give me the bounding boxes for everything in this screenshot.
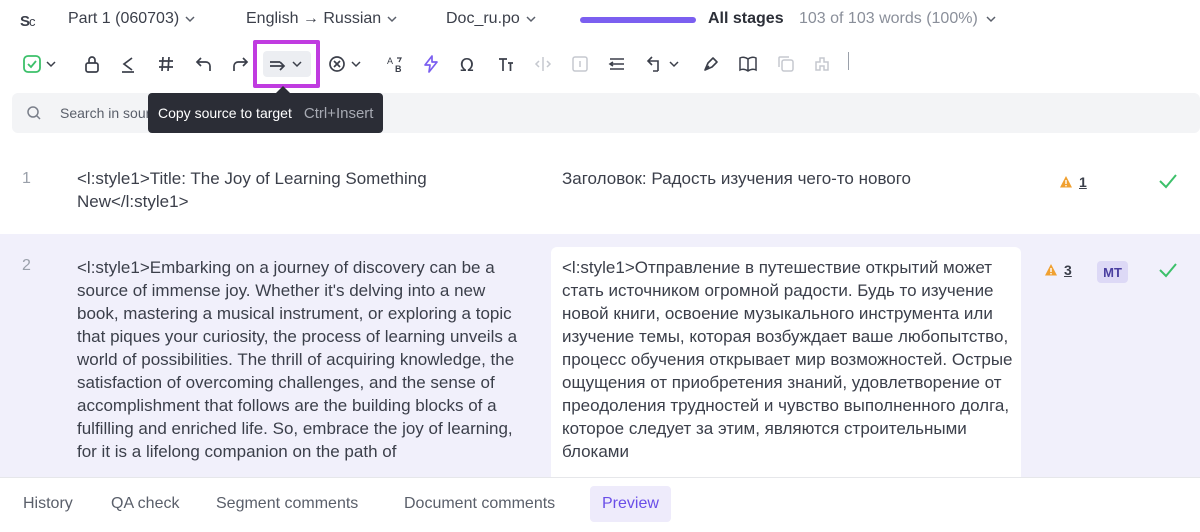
book-icon	[739, 56, 757, 72]
mt-badge: MT	[1097, 261, 1128, 283]
special-chars-button[interactable]: Ω	[458, 52, 478, 76]
document-selector[interactable]: Doc_ru.po	[446, 10, 536, 28]
svg-text:Ω: Ω	[460, 55, 474, 74]
warning-count: 1	[1079, 174, 1087, 190]
tooltip-shortcut: Ctrl+Insert	[303, 104, 374, 122]
lightning-icon	[424, 55, 438, 73]
lock-button[interactable]	[82, 52, 102, 76]
toolbar-separator	[848, 52, 849, 70]
merge-button[interactable]	[607, 52, 627, 76]
redo-button[interactable]	[230, 52, 250, 76]
chevron-down-icon	[986, 16, 996, 23]
language-selector[interactable]: English → Russian	[246, 10, 397, 28]
revert-icon	[646, 56, 659, 72]
chevron-down-icon	[526, 16, 536, 23]
tab-history[interactable]: History	[15, 486, 81, 522]
word-count: 103 of 103 words (100%)	[799, 10, 978, 27]
logo-icon[interactable]: S c	[20, 10, 40, 30]
tags-icon	[159, 56, 173, 72]
segment-number: 1	[22, 170, 31, 187]
tooltip-arrow	[276, 86, 290, 93]
undo-button[interactable]	[194, 52, 214, 76]
copy-button[interactable]	[776, 52, 796, 76]
merge-icon	[608, 58, 624, 70]
glossary-pen-button[interactable]	[701, 52, 721, 76]
split-icon	[534, 57, 552, 71]
tags-button[interactable]	[156, 52, 176, 76]
confirm-check-icon	[23, 55, 41, 73]
qa-warning[interactable]: 1	[1059, 174, 1087, 190]
chevron-down-icon	[351, 61, 361, 68]
info-box-button[interactable]	[570, 52, 590, 76]
tab-segment-comments[interactable]: Segment comments	[208, 486, 366, 522]
search-input[interactable]	[60, 102, 150, 124]
svg-text:B: B	[395, 64, 402, 74]
part-selector[interactable]: Part 1 (060703)	[68, 10, 195, 28]
progress-bar	[580, 17, 696, 23]
undo-icon	[195, 57, 211, 71]
svg-text:c: c	[29, 14, 36, 29]
puzzle-icon	[815, 57, 829, 71]
stages-label[interactable]: All stages	[708, 10, 784, 28]
cancel-button[interactable]	[327, 52, 361, 76]
segment-row[interactable]: 1 <l:style1>Title: The Joy of Learning S…	[0, 150, 1200, 234]
search-icon	[27, 106, 41, 120]
clear-target-button[interactable]	[118, 52, 138, 76]
top-header: S c Part 1 (060703) English → Russian Do…	[0, 0, 1200, 40]
confirmed-check-icon[interactable]	[1157, 170, 1179, 192]
segment-number: 2	[22, 257, 31, 274]
glossary-pen-icon	[704, 57, 718, 71]
segment-target[interactable]: <l:style1>Отправление в путешествие откр…	[562, 256, 1014, 463]
chevron-down-icon	[46, 61, 56, 68]
chevron-down-icon	[387, 16, 397, 23]
segment-source: <l:style1>Title: The Joy of Learning Som…	[77, 169, 427, 211]
puzzle-button[interactable]	[812, 52, 832, 76]
confirm-button[interactable]	[22, 52, 56, 76]
text-case-button[interactable]	[496, 52, 516, 76]
book-button[interactable]	[738, 52, 758, 76]
document-label: Doc_ru.po	[446, 10, 520, 27]
redo-icon	[233, 57, 249, 71]
omega-icon: Ω	[460, 55, 474, 74]
spell-check-icon: AB	[387, 56, 402, 74]
confirmed-check-icon[interactable]	[1157, 259, 1179, 281]
copy-source-tooltip: Copy source to target Ctrl+Insert	[148, 93, 384, 133]
tab-preview[interactable]: Preview	[590, 486, 671, 522]
lock-icon	[85, 56, 99, 73]
language-label: English → Russian	[246, 10, 382, 27]
chevron-down-icon	[185, 16, 195, 23]
segment-source: <l:style1>Embarking on a journey of disc…	[77, 258, 518, 461]
bottom-panel-tabs: History QA check Segment comments Docume…	[0, 477, 1200, 532]
lightning-button[interactable]	[421, 52, 441, 76]
warning-count: 3	[1064, 262, 1072, 278]
tab-qa-check[interactable]: QA check	[103, 486, 187, 522]
warning-icon	[1060, 176, 1072, 188]
svg-text:A: A	[387, 56, 393, 66]
info-box-icon	[572, 56, 588, 72]
segment-row[interactable]: 2 <l:style1>Embarking on a journey of di…	[0, 234, 1200, 477]
editor-toolbar: AB Ω	[0, 44, 1200, 86]
clear-target-icon	[122, 57, 134, 73]
chevron-down-icon	[669, 61, 679, 68]
split-button[interactable]	[533, 52, 553, 76]
warning-icon	[1045, 264, 1057, 276]
part-label: Part 1 (060703)	[68, 10, 180, 27]
spell-check-button[interactable]: AB	[385, 52, 405, 76]
copy-icon	[778, 56, 794, 72]
tooltip-label: Copy source to target	[158, 105, 292, 121]
cancel-circle-icon	[329, 56, 345, 72]
revert-button[interactable]	[645, 52, 679, 76]
tab-document-comments[interactable]: Document comments	[396, 486, 563, 522]
word-count-selector[interactable]: 103 of 103 words (100%)	[799, 10, 996, 28]
qa-warning[interactable]: 3	[1044, 262, 1072, 278]
copy-source-highlight	[253, 40, 320, 88]
text-case-icon	[499, 58, 513, 71]
segment-target[interactable]: Заголовок: Радость изучения чего-то ново…	[562, 167, 1014, 190]
